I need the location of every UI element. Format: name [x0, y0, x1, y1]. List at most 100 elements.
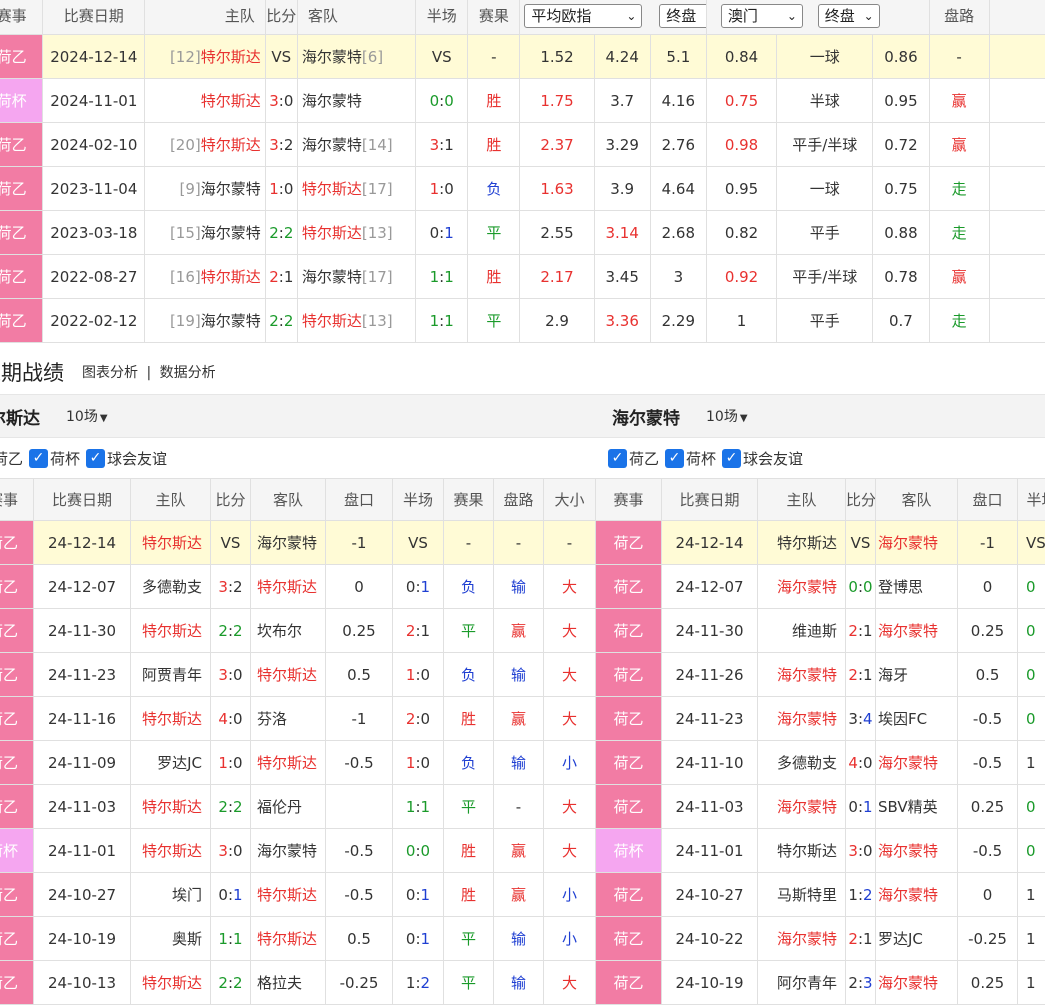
handicap: 0 [326, 565, 393, 609]
link-separator: | [146, 365, 151, 381]
h2h-home-cell: [16]特尔斯达 [145, 255, 265, 299]
full-score: 1:2 [846, 873, 876, 917]
league-badge[interactable]: 荷乙 [0, 785, 34, 829]
odds-type-select[interactable]: 终盘⌄ [659, 4, 706, 28]
h2h-result: 负 [468, 167, 520, 211]
match-result: 负 [444, 565, 494, 609]
match-result: 平 [444, 609, 494, 653]
league-badge[interactable]: 荷乙 [596, 917, 662, 961]
league-badge[interactable]: 荷乙 [0, 521, 34, 565]
match-date: 24-12-07 [662, 565, 758, 609]
h2h-away-cell: 海尔蒙特[17] [297, 255, 415, 299]
home-team: 海尔蒙特 [758, 697, 846, 741]
league-badge[interactable]: 荷乙 [0, 609, 34, 653]
full-score-away: 1 [863, 622, 873, 640]
h2h-header-home: 主队 [145, 0, 265, 35]
checkbox-checked-icon[interactable]: ✓ [86, 449, 105, 468]
h2h-odds-draw: 3.9 [594, 167, 650, 211]
handicap: 0.5 [326, 917, 393, 961]
league-badge[interactable]: 荷乙 [0, 873, 34, 917]
full-score: 2:2 [211, 785, 251, 829]
h2h-odds-home: 1.75 [520, 79, 594, 123]
league-filter-1[interactable]: ✓荷杯 [665, 448, 716, 469]
full-score: 2:1 [846, 917, 876, 961]
checkbox-checked-icon[interactable]: ✓ [722, 449, 741, 468]
league-badge[interactable]: 荷乙 [596, 521, 662, 565]
league-filter-1[interactable]: ✓荷杯 [29, 448, 80, 469]
checkbox-checked-icon[interactable]: ✓ [29, 449, 48, 468]
full-score: 0:1 [846, 785, 876, 829]
h2h-date: 2024-12-14 [43, 35, 145, 79]
h2h-league-badge[interactable]: 荷乙 [0, 35, 43, 79]
home-team-recent-panel: 特尔斯达 10场▼ ✓荷乙✓荷杯✓球会友谊 赛事比赛日期主队比分客队盘口半场赛果… [0, 394, 595, 1005]
table-row: 荷乙24-12-14特尔斯达VS海尔蒙特-1VS--- [0, 521, 596, 565]
chart-analysis-link[interactable]: 图表分析 [82, 365, 138, 381]
full-score-home: 4 [848, 754, 858, 772]
home-team: 多德勒支 [758, 741, 846, 785]
h2h-handicap-home-odds: 0.82 [706, 211, 776, 255]
h2h-league-badge[interactable]: 荷杯 [0, 79, 43, 123]
handicap-company-select[interactable]: 澳门⌄ [721, 4, 803, 28]
home-team: 特尔斯达 [131, 697, 211, 741]
full-score-home: 3 [218, 666, 228, 684]
handicap-type-select[interactable]: 终盘⌄ [818, 4, 880, 28]
away-team: 特尔斯达 [251, 873, 326, 917]
league-badge[interactable]: 荷乙 [596, 785, 662, 829]
league-badge[interactable]: 荷乙 [0, 917, 34, 961]
table-row: 荷乙24-10-22海尔蒙特2:1罗达JC-0.251 [596, 917, 1045, 961]
h2h-half-home: 0 [430, 92, 440, 110]
checkbox-checked-icon[interactable]: ✓ [608, 449, 627, 468]
league-badge[interactable]: 荷乙 [0, 565, 34, 609]
h2h-handicap-line: 平手 [777, 211, 873, 255]
h2h-trend: - [929, 35, 989, 79]
h2h-league-badge[interactable]: 荷乙 [0, 255, 43, 299]
league-badge[interactable]: 荷乙 [596, 565, 662, 609]
h2h-half-home: 1 [430, 312, 440, 330]
h2h-away-team: 海尔蒙特 [302, 136, 362, 154]
home-match-count-select[interactable]: 10场▼ [66, 406, 108, 426]
league-filter-0[interactable]: ✓荷乙 [0, 448, 23, 469]
h2h-extra-cell [989, 79, 1045, 123]
league-badge[interactable]: 荷杯 [596, 829, 662, 873]
league-badge[interactable]: 荷乙 [596, 653, 662, 697]
half-score: 1:1 [393, 785, 444, 829]
half-score: 0 [1018, 785, 1045, 829]
away-team-panel-header: 海尔蒙特 10场▼ [595, 394, 1045, 438]
home-recent-table: 赛事比赛日期主队比分客队盘口半场赛果盘路大小荷乙24-12-14特尔斯达VS海尔… [0, 478, 596, 1005]
data-analysis-link[interactable]: 数据分析 [160, 365, 216, 381]
league-badge[interactable]: 荷乙 [596, 609, 662, 653]
league-badge[interactable]: 荷乙 [596, 697, 662, 741]
h2h-header-row: 赛事 比赛日期 主队 比分 客队 半场 赛果 平均欧指⌄ 终盘⌄ 澳门⌄ 终盘⌄… [0, 0, 1045, 35]
league-badge[interactable]: 荷乙 [596, 873, 662, 917]
home-team: 埃门 [131, 873, 211, 917]
odds-company-select[interactable]: 平均欧指⌄ [524, 4, 642, 28]
h2h-league-badge[interactable]: 荷乙 [0, 299, 43, 343]
table-row: 荷乙24-11-30特尔斯达2:2坎布尔0.252:1平赢大 [0, 609, 596, 653]
half-score: 1:0 [393, 653, 444, 697]
away-match-count-select[interactable]: 10场▼ [706, 406, 748, 426]
over-under: 大 [544, 697, 596, 741]
league-filter-2[interactable]: ✓球会友谊 [722, 448, 803, 469]
away-team: 芬洛 [251, 697, 326, 741]
league-badge[interactable]: 荷乙 [0, 741, 34, 785]
half-score-away: 1 [421, 930, 431, 948]
h2h-league-badge[interactable]: 荷乙 [0, 167, 43, 211]
h2h-score-away: 2 [284, 224, 294, 242]
match-date: 24-12-14 [34, 521, 131, 565]
right-header-row: 赛事比赛日期主队比分客队盘口半场 [596, 479, 1045, 521]
league-badge[interactable]: 荷乙 [596, 741, 662, 785]
league-filter-2[interactable]: ✓球会友谊 [86, 448, 167, 469]
league-badge[interactable]: 荷乙 [0, 653, 34, 697]
full-score: 3:0 [211, 829, 251, 873]
checkbox-checked-icon[interactable]: ✓ [665, 449, 684, 468]
league-badge[interactable]: 荷乙 [0, 697, 34, 741]
h2h-trend: 赢 [929, 79, 989, 123]
league-filter-0[interactable]: ✓荷乙 [608, 448, 659, 469]
league-badge[interactable]: 荷杯 [0, 829, 34, 873]
h2h-league-badge[interactable]: 荷乙 [0, 123, 43, 167]
h2h-home-cell: [12]特尔斯达 [145, 35, 265, 79]
h2h-league-badge[interactable]: 荷乙 [0, 211, 43, 255]
away-team: 特尔斯达 [251, 565, 326, 609]
league-filter-label: 荷杯 [686, 448, 716, 469]
over-under: 大 [544, 785, 596, 829]
